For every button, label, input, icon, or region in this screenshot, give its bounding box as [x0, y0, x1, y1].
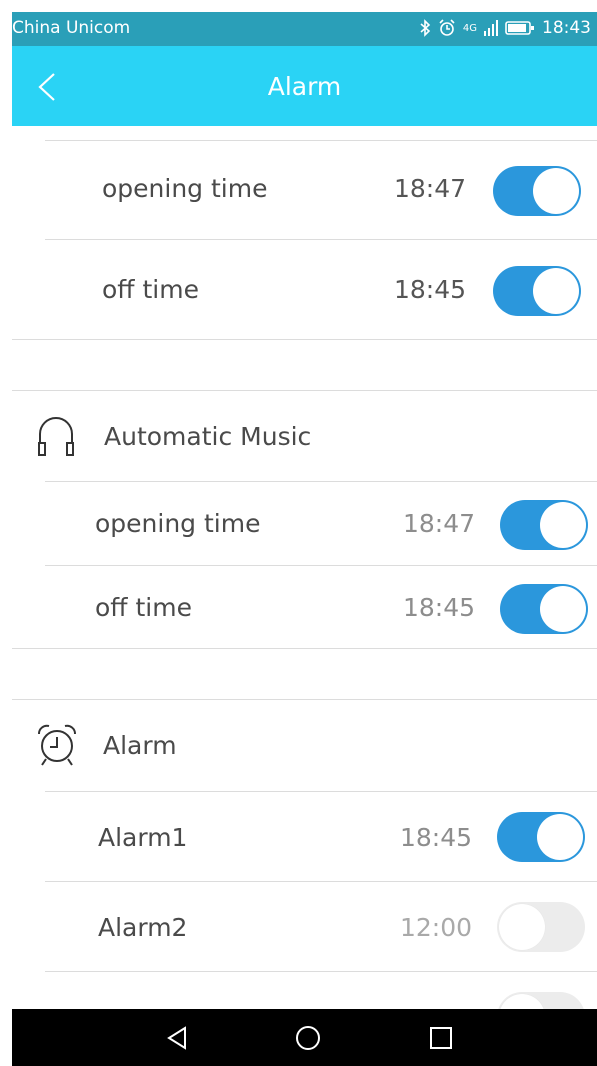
alarm1-toggle[interactable]: [497, 812, 585, 862]
section-divider: [12, 339, 597, 340]
app-header: Alarm: [12, 46, 597, 126]
toggle-knob: [540, 586, 586, 632]
music-row2-toggle[interactable]: [500, 584, 588, 634]
group1-row1-toggle[interactable]: [493, 166, 581, 216]
music-row2-time[interactable]: 18:45: [403, 593, 475, 622]
group1-row2-label: off time: [102, 275, 199, 304]
group1-row1-label: opening time: [102, 174, 268, 203]
divider: [45, 971, 597, 972]
divider: [45, 565, 597, 566]
group1-row1-time[interactable]: 18:47: [394, 174, 466, 203]
carrier-name: China Unicom: [12, 18, 131, 38]
section-divider: [12, 648, 597, 649]
headphones-icon: [38, 417, 74, 456]
alarm2-label: Alarm2: [98, 913, 188, 942]
section-divider: [12, 699, 597, 700]
divider: [45, 140, 597, 141]
toggle-knob: [540, 502, 586, 548]
status-bar: China Unicom 4G 18:43: [12, 12, 597, 46]
divider: [45, 881, 597, 882]
alarm1-label: Alarm1: [98, 823, 188, 852]
music-row1-toggle[interactable]: [500, 500, 588, 550]
recents-square-icon[interactable]: [429, 1026, 453, 1050]
system-navbar: [12, 1009, 597, 1066]
toggle-knob: [533, 268, 579, 314]
group1-row2-toggle[interactable]: [493, 266, 581, 316]
divider: [45, 791, 597, 792]
group1-row2-time[interactable]: 18:45: [394, 275, 466, 304]
divider: [45, 239, 597, 240]
toggle-knob: [499, 904, 545, 950]
music-row2-label: off time: [95, 593, 192, 622]
alarm-status-icon: [439, 19, 455, 36]
toggle-knob: [533, 168, 579, 214]
alarm1-time[interactable]: 18:45: [400, 823, 472, 852]
toggle-knob: [499, 994, 545, 1009]
clock: 18:43: [542, 18, 591, 38]
toggle-knob: [537, 814, 583, 860]
alarm2-time[interactable]: 12:00: [400, 913, 472, 942]
alarm2-toggle[interactable]: [497, 902, 585, 952]
signal-icon: [484, 20, 498, 36]
divider: [45, 481, 597, 482]
back-triangle-icon[interactable]: [165, 1026, 189, 1050]
section-divider: [12, 390, 597, 391]
automatic-music-title: Automatic Music: [104, 422, 312, 451]
alarm3-toggle-partial[interactable]: [497, 992, 585, 1009]
settings-list: opening time 18:47 off time 18:45 Automa…: [12, 126, 597, 1009]
network-type: 4G: [462, 22, 477, 34]
alarm-section-title: Alarm: [103, 731, 177, 760]
bluetooth-icon: [420, 19, 431, 37]
music-row1-time[interactable]: 18:47: [403, 509, 475, 538]
page-title: Alarm: [267, 72, 342, 101]
battery-icon: [505, 21, 534, 35]
alarm-clock-icon: [38, 724, 76, 766]
home-circle-icon[interactable]: [295, 1025, 321, 1051]
music-row1-label: opening time: [95, 509, 261, 538]
status-icons: 4G 18:43: [419, 18, 591, 38]
